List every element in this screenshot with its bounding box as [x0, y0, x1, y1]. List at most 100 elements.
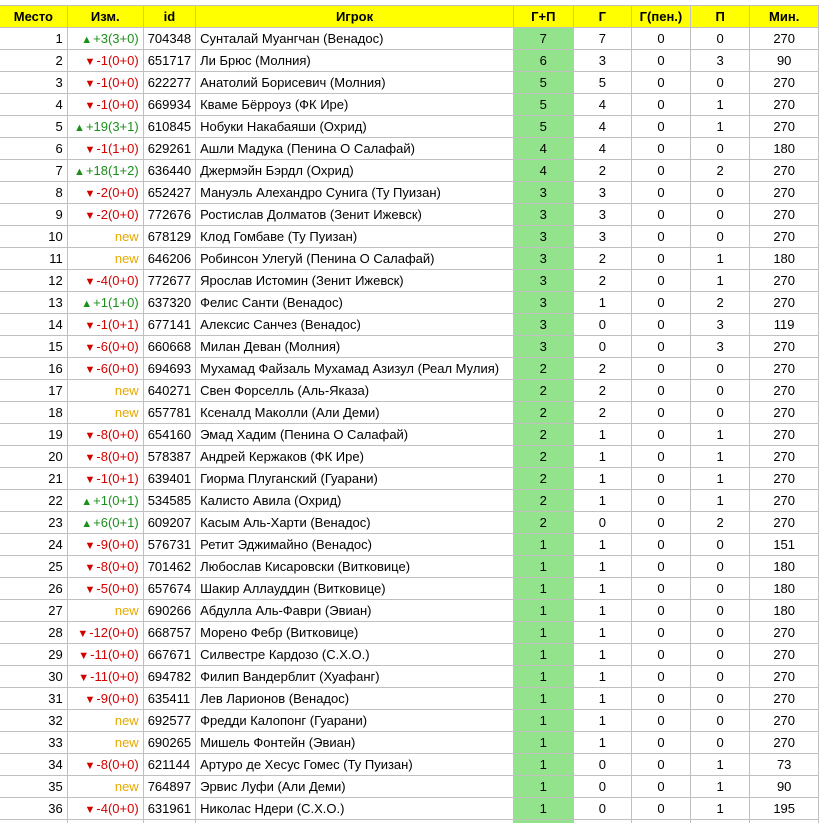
- cell-goals-plus-assists[interactable]: 5: [512, 93, 574, 116]
- cell-goals[interactable]: 1: [572, 709, 633, 732]
- cell-minutes[interactable]: 270: [749, 93, 819, 116]
- cell-minutes[interactable]: 270: [749, 665, 819, 688]
- cell-minutes[interactable]: 270: [749, 423, 819, 446]
- cell-goals-plus-assists[interactable]: 2: [512, 445, 574, 468]
- cell-change[interactable]: ▼-6(0+0): [66, 357, 144, 380]
- cell-assists[interactable]: 0: [689, 203, 751, 226]
- cell-assists[interactable]: 2: [689, 159, 751, 182]
- cell-goals[interactable]: 5: [572, 71, 633, 94]
- cell-goals-plus-assists[interactable]: 1: [512, 533, 574, 556]
- header-penalty-goals[interactable]: Г(пен.): [631, 5, 691, 28]
- cell-place[interactable]: 15: [0, 335, 68, 358]
- cell-assists[interactable]: 0: [689, 533, 751, 556]
- cell-player[interactable]: Касым Аль-Харти (Венадос): [195, 511, 514, 534]
- cell-penalty-goals[interactable]: 0: [631, 159, 691, 182]
- cell-player[interactable]: Клод Гомбаве (Ту Пуизан): [195, 225, 514, 248]
- cell-assists[interactable]: 2: [689, 511, 751, 534]
- cell-id[interactable]: 576731: [142, 533, 197, 556]
- cell-player[interactable]: Алексис Санчез (Венадос): [195, 313, 514, 336]
- cell-assists[interactable]: 0: [689, 27, 751, 50]
- cell-player[interactable]: Ли Брюс (Молния): [195, 49, 514, 72]
- cell-player[interactable]: Ашли Мадука (Пенина О Салафай): [195, 137, 514, 160]
- cell-goals-plus-assists[interactable]: 7: [512, 27, 574, 50]
- cell-change[interactable]: ▼-2(0+0): [66, 181, 144, 204]
- cell-penalty-goals[interactable]: 0: [631, 203, 691, 226]
- cell-goals[interactable]: 3: [572, 181, 633, 204]
- cell-change[interactable]: ▲+1(1+0): [66, 291, 144, 314]
- cell-place[interactable]: 9: [0, 203, 68, 226]
- cell-minutes[interactable]: 270: [749, 445, 819, 468]
- cell-id[interactable]: 667671: [142, 643, 197, 666]
- cell-penalty-goals[interactable]: 0: [631, 577, 691, 600]
- cell-player[interactable]: Свен Форселль (Аль-Яказа): [195, 379, 514, 402]
- cell-id[interactable]: 622277: [142, 71, 197, 94]
- cell-goals-plus-assists[interactable]: 2: [512, 357, 574, 380]
- cell-assists[interactable]: 1: [689, 247, 751, 270]
- cell-goals-plus-assists[interactable]: 1: [512, 775, 574, 798]
- cell-player[interactable]: Любослав Кисаровски (Витковице): [195, 555, 514, 578]
- cell-place[interactable]: 35: [0, 775, 68, 798]
- cell-change[interactable]: new: [66, 775, 144, 798]
- cell-assists[interactable]: 0: [689, 599, 751, 622]
- cell-change[interactable]: new: [66, 709, 144, 732]
- cell-goals[interactable]: 3: [572, 203, 633, 226]
- cell-penalty-goals[interactable]: 0: [631, 357, 691, 380]
- cell-player[interactable]: Нобуки Накабаяши (Охрид): [195, 115, 514, 138]
- cell-goals-plus-assists[interactable]: 3: [512, 225, 574, 248]
- cell-goals-plus-assists[interactable]: 1: [512, 731, 574, 754]
- cell-assists[interactable]: 1: [689, 753, 751, 776]
- cell-assists[interactable]: 0: [689, 687, 751, 710]
- cell-goals-plus-assists[interactable]: 1: [512, 555, 574, 578]
- cell-goals-plus-assists[interactable]: 2: [512, 401, 574, 424]
- cell-assists[interactable]: 3: [689, 335, 751, 358]
- cell-minutes[interactable]: 270: [749, 643, 819, 666]
- cell-assists[interactable]: 1: [689, 797, 751, 820]
- cell-place[interactable]: 27: [0, 599, 68, 622]
- cell-goals[interactable]: 1: [572, 489, 633, 512]
- cell-place[interactable]: 16: [0, 357, 68, 380]
- cell-change[interactable]: ▼-2(0+0): [66, 203, 144, 226]
- cell-assists[interactable]: 1: [689, 775, 751, 798]
- cell-goals[interactable]: 1: [572, 291, 633, 314]
- cell-goals[interactable]: 1: [572, 599, 633, 622]
- cell-minutes[interactable]: 90: [749, 49, 819, 72]
- cell-minutes[interactable]: [749, 819, 819, 823]
- cell-goals-plus-assists[interactable]: 1: [512, 797, 574, 820]
- cell-goals[interactable]: 1: [572, 445, 633, 468]
- cell-goals-plus-assists[interactable]: 1: [512, 599, 574, 622]
- cell-assists[interactable]: 0: [689, 225, 751, 248]
- cell-assists[interactable]: 1: [689, 467, 751, 490]
- cell-place[interactable]: 21: [0, 467, 68, 490]
- cell-penalty-goals[interactable]: [631, 819, 691, 823]
- cell-player[interactable]: Абдулла Аль-Фаври (Эвиан): [195, 599, 514, 622]
- cell-change[interactable]: new: [66, 379, 144, 402]
- cell-goals-plus-assists[interactable]: 3: [512, 203, 574, 226]
- cell-goals-plus-assists[interactable]: 2: [512, 467, 574, 490]
- cell-goals-plus-assists[interactable]: 1: [512, 621, 574, 644]
- cell-assists[interactable]: 3: [689, 49, 751, 72]
- cell-player[interactable]: Кваме Бёрроуз (ФК Ире): [195, 93, 514, 116]
- cell-id[interactable]: 692577: [142, 709, 197, 732]
- cell-player[interactable]: Ростислав Долматов (Зенит Ижевск): [195, 203, 514, 226]
- cell-id[interactable]: 631961: [142, 797, 197, 820]
- cell-goals-plus-assists[interactable]: 3: [512, 247, 574, 270]
- cell-minutes[interactable]: 270: [749, 489, 819, 512]
- cell-penalty-goals[interactable]: 0: [631, 643, 691, 666]
- cell-assists[interactable]: 0: [689, 71, 751, 94]
- cell-goals[interactable]: 2: [572, 159, 633, 182]
- cell-change[interactable]: ▼-8(0+0): [66, 555, 144, 578]
- cell-place[interactable]: 14: [0, 313, 68, 336]
- cell-player[interactable]: Эмад Хадим (Пенина О Салафай): [195, 423, 514, 446]
- cell-place[interactable]: 2: [0, 49, 68, 72]
- cell-id[interactable]: 668757: [142, 621, 197, 644]
- cell-change[interactable]: new: [66, 225, 144, 248]
- cell-assists[interactable]: [689, 819, 751, 823]
- cell-penalty-goals[interactable]: 0: [631, 423, 691, 446]
- cell-penalty-goals[interactable]: 0: [631, 137, 691, 160]
- cell-id[interactable]: 654160: [142, 423, 197, 446]
- cell-goals[interactable]: 0: [572, 775, 633, 798]
- header-change[interactable]: Изм.: [66, 5, 144, 28]
- header-place[interactable]: Место: [0, 5, 68, 28]
- cell-id[interactable]: 772677: [142, 269, 197, 292]
- cell-assists[interactable]: 1: [689, 423, 751, 446]
